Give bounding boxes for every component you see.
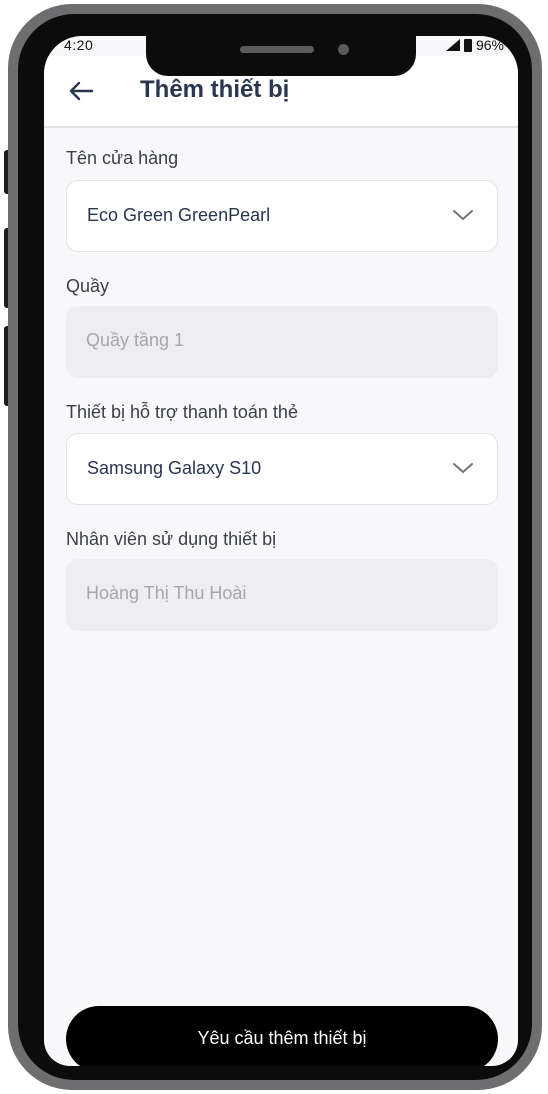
- speaker-icon: [240, 46, 314, 53]
- counter-label: Quầy: [66, 276, 110, 296]
- chevron-down-icon: [453, 463, 473, 473]
- page-title: Thêm thiết bị: [140, 76, 290, 103]
- request-add-device-button[interactable]: Yêu cầu thêm thiết bị: [66, 1006, 498, 1066]
- counter-value: Quầy tầng 1: [86, 330, 185, 350]
- phone-notch: [146, 36, 416, 76]
- status-time: 4:20: [64, 37, 94, 53]
- device-label: Thiết bị hỗ trợ thanh toán thẻ: [66, 402, 298, 422]
- chevron-down-icon: [453, 210, 473, 220]
- battery-percent: 96%: [475, 37, 504, 53]
- status-indicators: 96%: [445, 37, 504, 53]
- store-label: Tên cửa hàng: [66, 148, 179, 168]
- app-screen: 4:20 96% Thêm thiết bị Tên cửa hàng Eco …: [44, 36, 518, 1066]
- signal-icon: [445, 39, 460, 51]
- employee-label: Nhân viên sử dụng thiết bị: [66, 529, 277, 549]
- store-value: Eco Green GreenPearl: [87, 205, 271, 225]
- submit-button-label: Yêu cầu thêm thiết bị: [197, 1028, 367, 1048]
- counter-field: Quầy tầng 1: [66, 306, 498, 378]
- device-value: Samsung Galaxy S10: [87, 458, 262, 478]
- store-select[interactable]: Eco Green GreenPearl: [66, 180, 498, 252]
- back-arrow-icon[interactable]: [66, 76, 96, 106]
- employee-value: Hoàng Thị Thu Hoài: [86, 583, 247, 603]
- camera-icon: [338, 44, 349, 55]
- battery-icon: [463, 38, 472, 52]
- employee-field: Hoàng Thị Thu Hoài: [66, 559, 498, 631]
- device-select[interactable]: Samsung Galaxy S10: [66, 433, 498, 505]
